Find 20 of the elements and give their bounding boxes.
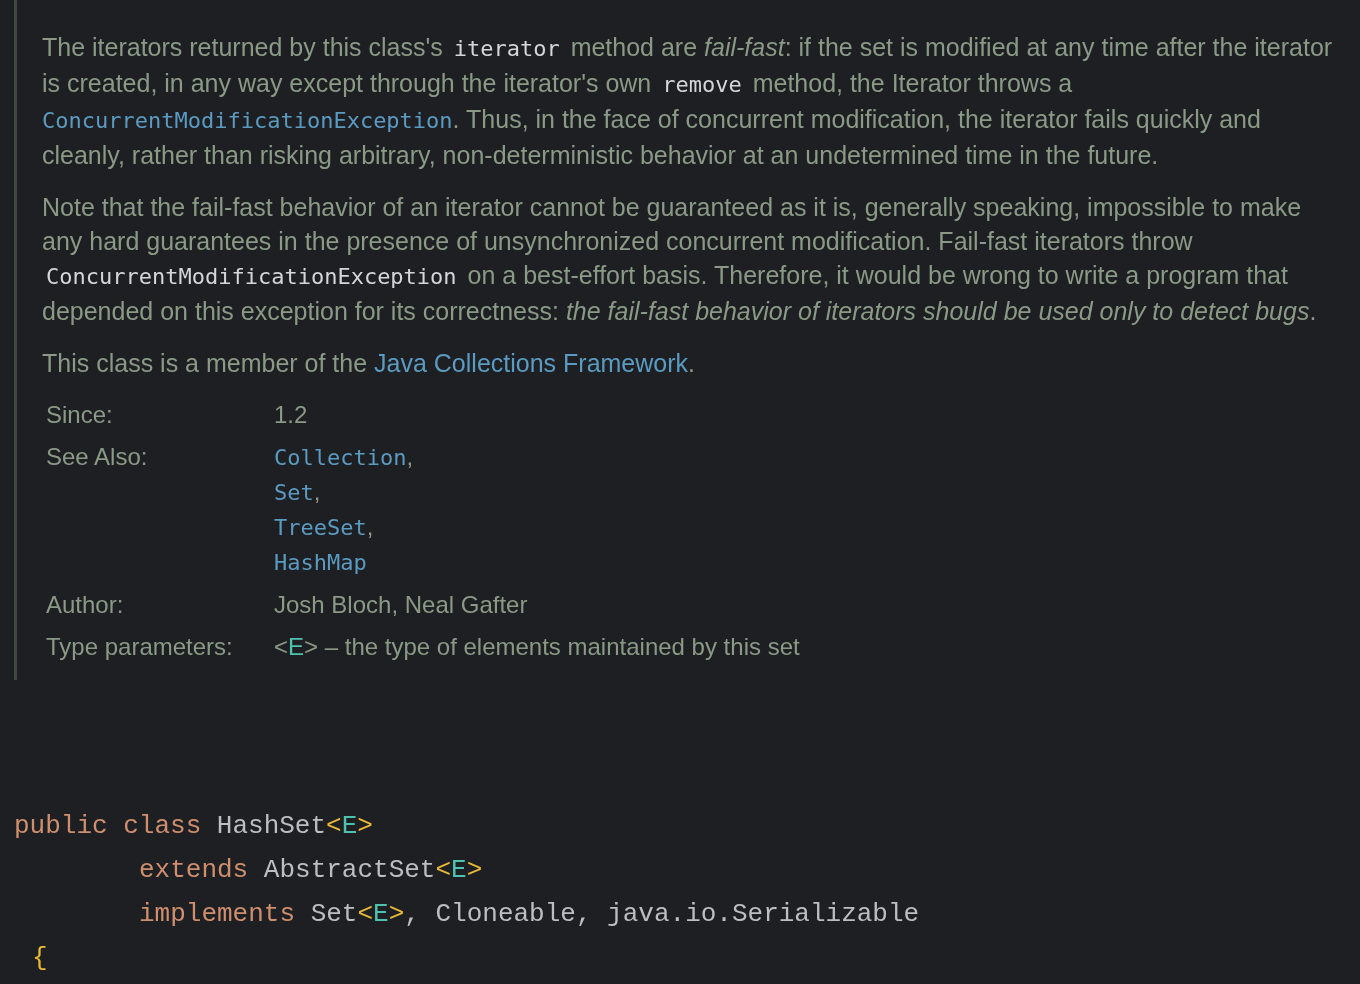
tag-label: Author:: [46, 590, 125, 620]
code-line: extends AbstractSet<E>: [139, 854, 483, 887]
tag-label: See Also:: [46, 442, 149, 472]
see-also-link[interactable]: Set,: [274, 475, 321, 510]
doc-paragraph: Note that the fail-fast behavior of an iterator cannot be guaranteed as it is, generally speaking, impossible to make any hard guarantees in the presence of unsynchronized concurrent modification. Fail-fast iterators throw ConcurrentModificationException on a best-effort basis. Therefore, it would be wrong to write a program that depended on this exception for its correctness: the fail-fast behavior of iterators should be used only to detect bugs.: [42, 192, 1318, 327]
see-also-link[interactable]: TreeSet,: [274, 510, 374, 545]
framework-link[interactable]: Java Collections Framework: [374, 349, 689, 377]
exception-link[interactable]: ConcurrentModificationException: [42, 108, 453, 133]
tag-value: Josh Bloch, Neal Gafter: [274, 590, 529, 620]
tag-label: Type parameters:: [46, 632, 234, 662]
see-also-link[interactable]: Collection,: [274, 440, 414, 475]
code-line: public class HashSet<E>: [14, 810, 373, 843]
code-line: {: [32, 942, 48, 975]
see-also-link[interactable]: HashMap: [274, 545, 367, 580]
code-line: implements Set<E>, Cloneable, java.io.Serializable: [139, 898, 920, 931]
tag-value: <E> – the type of elements maintained by this set: [274, 632, 801, 662]
doc-paragraph: This class is a member of the Java Collections Framework.: [42, 348, 696, 379]
doc-paragraph: The iterators returned by this class's iterator method are fail-fast: if the set is modified at any time after the iterator is created, in any way except through the iterator's own remove method, the Iterator throws a ConcurrentModificationException. Thus, in the face of concurrent modification, the iterator fails quickly and cleanly, rather than risking arbitrary, non-deterministic behavior at an undetermined time in the future.: [42, 32, 1334, 171]
tag-label: Since:: [46, 400, 114, 430]
tag-value: 1.2: [274, 400, 309, 430]
